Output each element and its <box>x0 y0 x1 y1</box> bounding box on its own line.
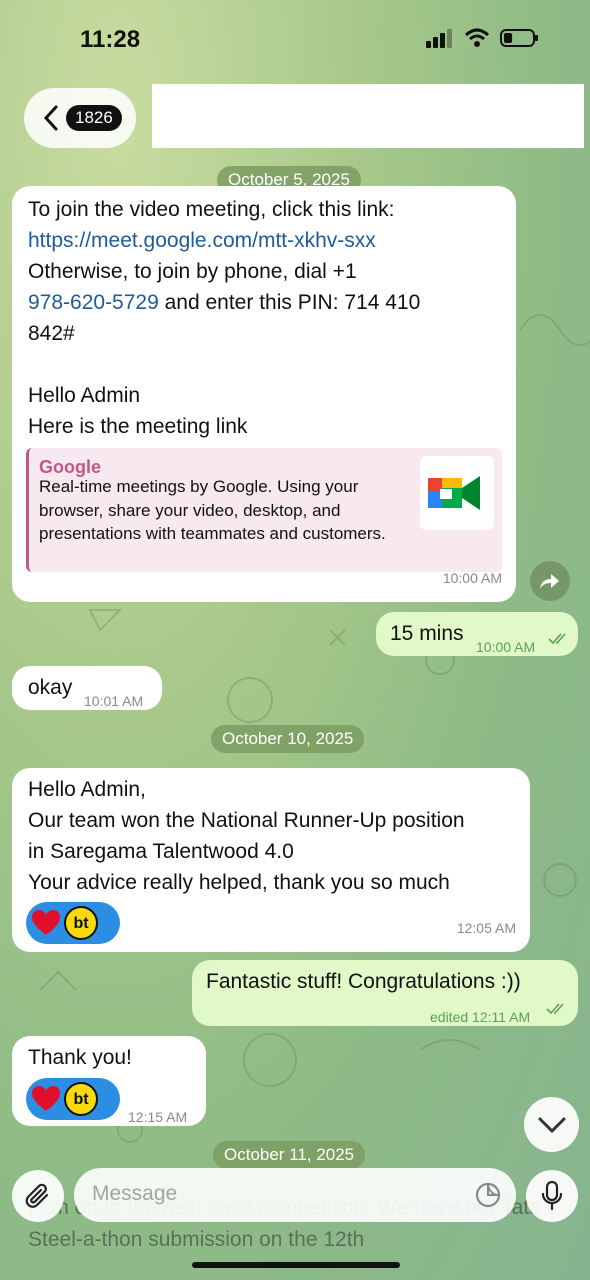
message-bubble-meeting-invite[interactable]: To join the video meeting, click this li… <box>12 186 516 602</box>
chevron-down-icon <box>538 1117 565 1133</box>
message-text: 15 mins <box>390 622 464 645</box>
message-text: Otherwise, to join by phone, dial +1 <box>28 260 357 283</box>
message-text: Thank you! <box>28 1046 132 1069</box>
reaction-badge[interactable]: bt <box>26 902 120 944</box>
message-time: 10:00 AM <box>442 570 502 586</box>
reactor-avatar: bt <box>64 906 98 940</box>
scroll-to-bottom-button[interactable] <box>524 1097 579 1152</box>
share-button[interactable] <box>530 561 570 601</box>
message-text: Here is the meeting link <box>28 415 248 438</box>
heart-icon <box>32 1086 60 1111</box>
double-check-icon <box>546 1003 564 1015</box>
message-text: Hello Admin, <box>28 778 146 801</box>
message-bubble-okay[interactable]: okay 10:01 AM <box>12 666 162 710</box>
signal-icon <box>426 29 452 48</box>
message-time: edited 12:11 AM <box>430 1009 531 1025</box>
reactor-avatar: bt <box>64 1082 98 1116</box>
message-bubble-runner-up[interactable]: Hello Admin, Our team won the National R… <box>12 768 530 952</box>
message-text: Our team won the National Runner-Up posi… <box>28 809 465 832</box>
message-time: 12:15 AM <box>128 1109 188 1125</box>
phone-link[interactable]: 978-620-5729 <box>28 291 159 314</box>
message-bubble-15-mins[interactable]: 15 mins 10:00 AM <box>376 612 578 656</box>
microphone-button[interactable] <box>526 1170 578 1222</box>
message-bubble-thank-you[interactable]: Thank you! bt 12:15 AM <box>12 1036 206 1126</box>
back-button[interactable]: 1826 <box>24 88 136 148</box>
message-text: Your advice really helped, thank you so … <box>28 871 450 894</box>
message-input-placeholder: Message <box>92 1182 178 1205</box>
message-time: 12:05 AM <box>456 920 516 936</box>
date-chip-oct11: October 11, 2025 <box>213 1141 366 1169</box>
chat-header-info[interactable] <box>152 84 584 148</box>
message-text: 842# <box>28 322 75 345</box>
reaction-badge[interactable]: bt <box>26 1078 120 1120</box>
battery-icon <box>500 29 538 47</box>
microphone-icon <box>541 1180 563 1211</box>
paperclip-icon <box>25 1183 49 1208</box>
message-input[interactable]: Message <box>74 1168 516 1222</box>
sticker-icon[interactable] <box>474 1181 502 1209</box>
date-chip-oct10: October 10, 2025 <box>211 725 365 753</box>
message-text: Hello Admin <box>28 384 141 407</box>
message-text: in Saregama Talentwood 4.0 <box>28 840 294 863</box>
message-bubble-congratulations[interactable]: Fantastic stuff! Congratulations :)) edi… <box>192 960 578 1026</box>
message-text: okay <box>28 676 73 699</box>
google-meet-icon <box>420 456 494 530</box>
status-icons <box>426 28 540 48</box>
message-text: To join the video meeting, click this li… <box>28 198 395 221</box>
back-chevron-icon <box>43 105 58 131</box>
attach-button[interactable] <box>12 1170 64 1222</box>
double-check-icon <box>548 633 566 645</box>
home-indicator <box>192 1262 400 1268</box>
unread-count-badge: 1826 <box>66 105 122 131</box>
preview-description: Real-time meetings by Google. Using your… <box>39 477 386 543</box>
share-arrow-icon <box>540 574 559 589</box>
message-text: Fantastic stuff! Congratulations :)) <box>206 970 521 993</box>
heart-icon <box>32 910 60 935</box>
wifi-icon <box>464 28 490 47</box>
link-preview-card[interactable]: Google Real-time meetings by Google. Usi… <box>26 448 502 572</box>
message-text: and enter this PIN: 714 410 <box>158 291 421 314</box>
message-time: 10:00 AM <box>476 639 536 655</box>
meeting-link[interactable]: https://meet.google.com/mtt-xkhv-sxx <box>28 225 508 256</box>
status-time: 11:28 <box>80 26 141 53</box>
message-time: 10:01 AM <box>84 693 144 709</box>
